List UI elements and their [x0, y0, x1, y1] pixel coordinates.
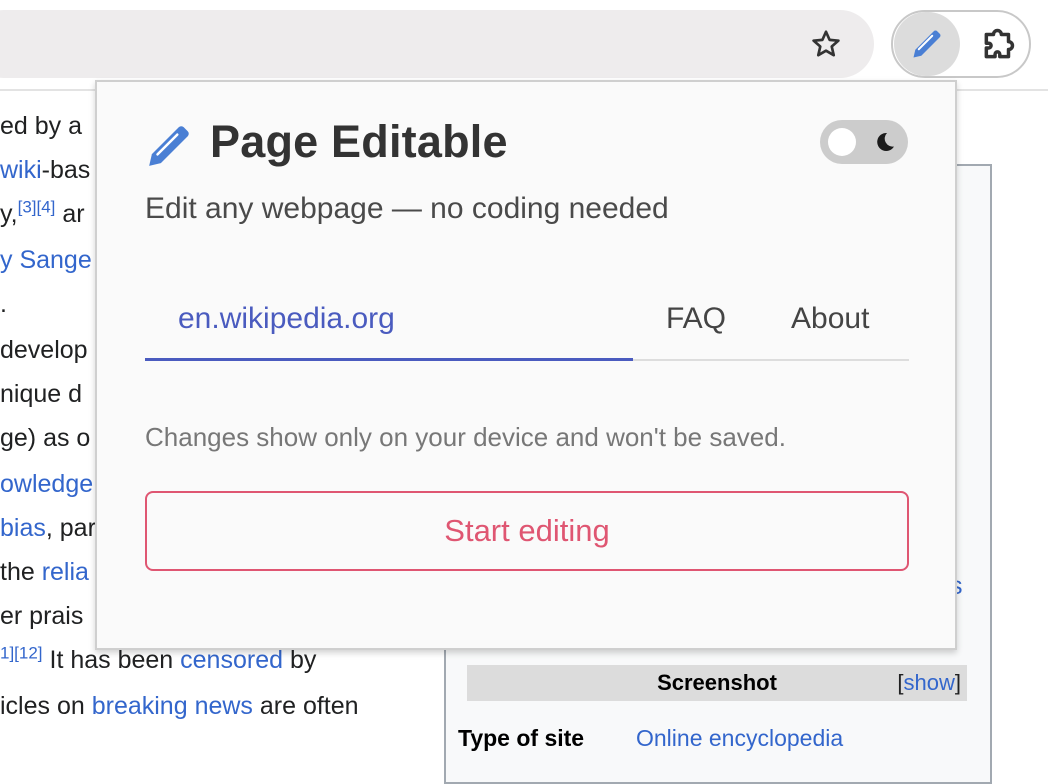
- article-line: icles on breaking news are often: [0, 692, 359, 721]
- article-line: bias, par: [0, 514, 96, 543]
- article-line: the relia: [0, 558, 89, 587]
- extension-popup: Page Editable Edit any webpage — no codi…: [95, 80, 957, 650]
- article-text: the: [0, 558, 42, 586]
- article-text: ed by a: [0, 112, 83, 140]
- bracket-close: ]: [954, 670, 961, 695]
- bookmark-button[interactable]: [804, 22, 848, 66]
- article-text: by: [283, 646, 317, 674]
- article-link[interactable]: y Sange: [0, 246, 92, 274]
- article-line: y Sange: [0, 246, 92, 275]
- infobox-show-toggle[interactable]: [show]: [897, 670, 961, 696]
- pencil-icon: [913, 30, 941, 58]
- dark-mode-toggle[interactable]: [820, 120, 908, 164]
- popup-subtitle: Edit any webpage — no coding needed: [145, 192, 669, 225]
- article-text: y,: [0, 200, 18, 228]
- article-line: develop: [0, 336, 88, 365]
- article-line: .: [0, 290, 7, 319]
- infobox-screenshot-heading: Screenshot [show]: [467, 665, 967, 701]
- article-line: ed by a: [0, 112, 82, 141]
- pencil-logo-icon: [149, 126, 189, 166]
- article-text: develop: [0, 336, 88, 364]
- article-line: wiki-bas: [0, 156, 90, 185]
- article-link[interactable]: wiki: [0, 156, 42, 184]
- article-line: ge) as o: [0, 424, 90, 453]
- article-link[interactable]: censored: [180, 646, 283, 674]
- article-link[interactable]: bias: [0, 514, 46, 542]
- active-tab-indicator: [145, 358, 633, 361]
- start-editing-button[interactable]: Start editing: [145, 491, 909, 571]
- tab-about[interactable]: About: [791, 302, 869, 336]
- article-text: -bas: [41, 156, 91, 184]
- citation-link[interactable]: [3][4]: [18, 198, 56, 217]
- article-text: .: [0, 290, 7, 318]
- article-line: nique d: [0, 380, 82, 409]
- address-bar[interactable]: [0, 10, 874, 78]
- article-line: er prais: [0, 602, 83, 631]
- infobox-row-label: Type of site: [458, 725, 585, 751]
- moon-icon: [877, 132, 894, 151]
- article-text: nique d: [0, 380, 83, 408]
- article-link[interactable]: breaking news: [92, 692, 253, 720]
- puzzle-icon: [984, 28, 1015, 59]
- star-outline-icon: [812, 30, 840, 57]
- article-text: er prais: [0, 602, 84, 630]
- popup-title: Page Editable: [210, 116, 508, 167]
- article-text: icles on: [0, 692, 92, 720]
- show-link[interactable]: show: [904, 670, 955, 695]
- toggle-knob: [828, 128, 856, 156]
- article-line: y,[3][4] ar: [0, 198, 85, 229]
- article-text: ge) as o: [0, 424, 91, 452]
- article-line: 1][12] It has been censored by: [0, 644, 317, 675]
- tab-current-site[interactable]: en.wikipedia.org: [178, 302, 395, 336]
- tab-faq[interactable]: FAQ: [666, 302, 726, 336]
- article-text: , par: [45, 514, 96, 542]
- infobox-heading-title: Screenshot: [657, 670, 777, 695]
- extensions-menu-button[interactable]: [975, 22, 1023, 66]
- citation-link[interactable]: 1][12]: [0, 644, 43, 663]
- popup-tabs: en.wikipedia.org FAQ About: [145, 302, 909, 362]
- infobox-row-value-link[interactable]: Online encyclopedia: [636, 725, 843, 752]
- article-link[interactable]: relia: [42, 558, 89, 586]
- article-link[interactable]: owledge: [0, 470, 93, 498]
- page-editable-extension-button[interactable]: [894, 12, 960, 76]
- notice-text: Changes show only on your device and won…: [145, 422, 786, 452]
- article-text: It has been: [42, 646, 181, 674]
- article-text: are often: [252, 692, 359, 720]
- browser-toolbar: [0, 0, 1048, 91]
- article-line: owledge: [0, 470, 93, 499]
- article-text: ar: [55, 200, 85, 228]
